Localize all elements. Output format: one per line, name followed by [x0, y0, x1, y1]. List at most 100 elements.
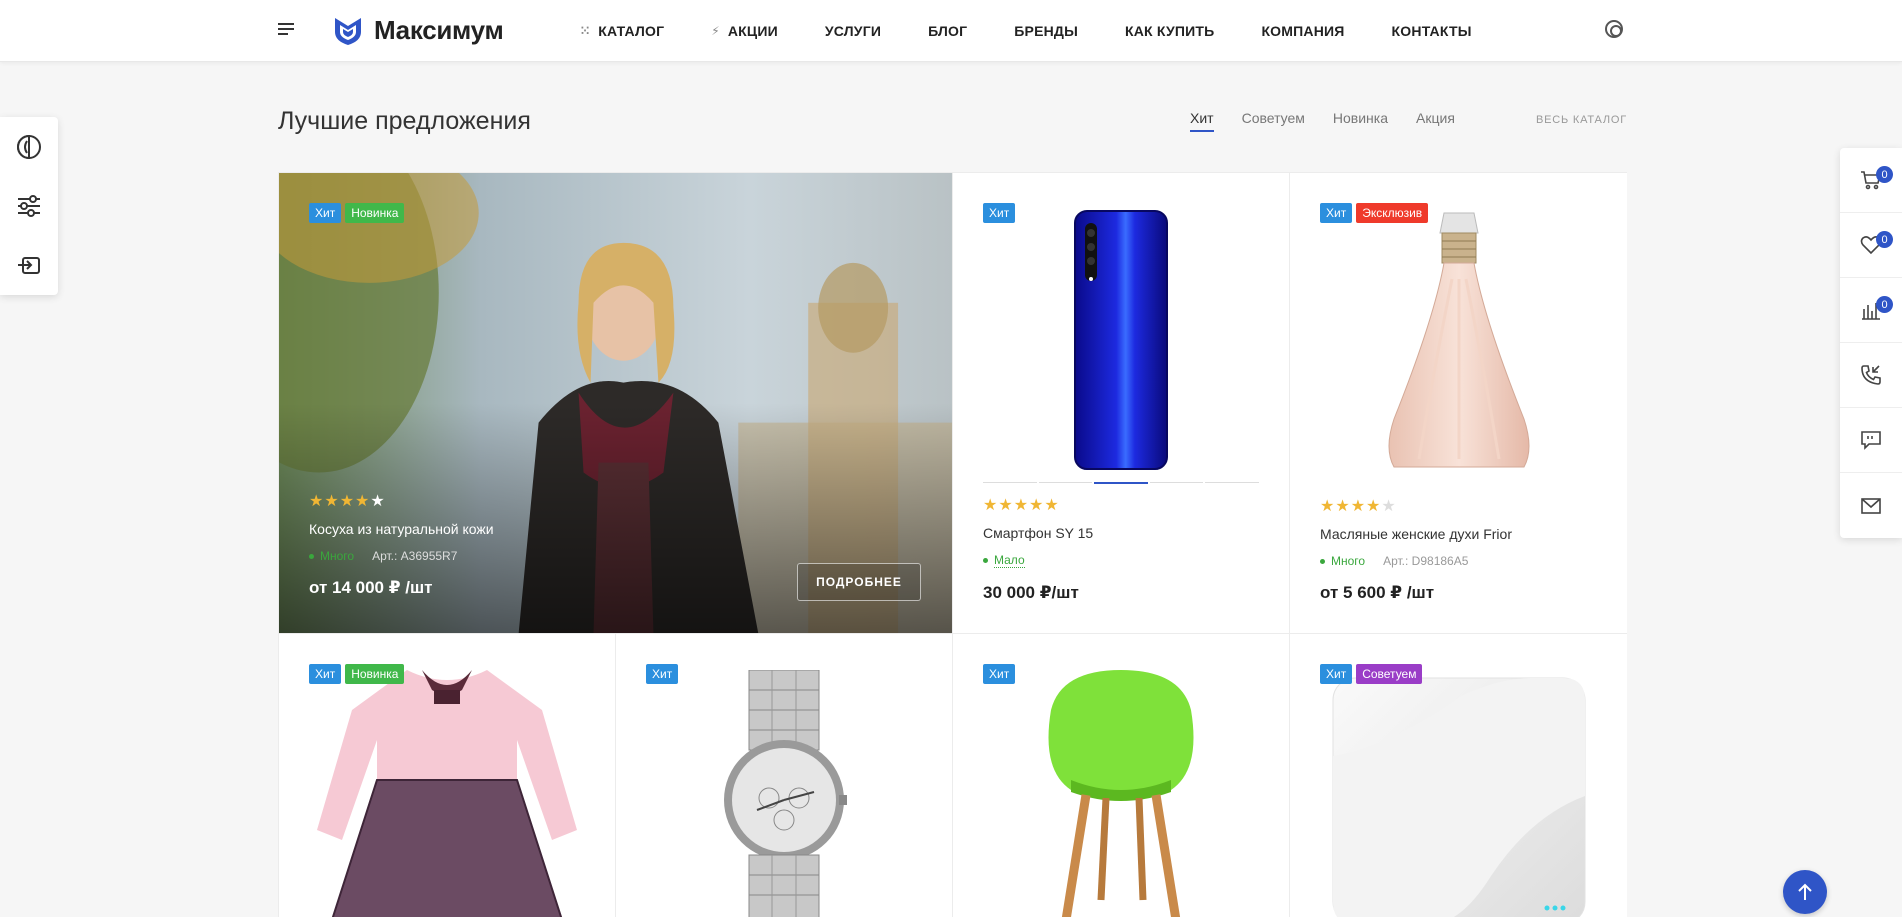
tab-sale[interactable]: Акция [1416, 110, 1455, 132]
user-account-icon[interactable] [1605, 20, 1623, 38]
product-image-device [1290, 676, 1627, 917]
badges: Хит Новинка [309, 203, 405, 223]
chat-button[interactable] [1840, 408, 1902, 473]
logo-icon [335, 18, 361, 45]
more-details-button[interactable]: ПОДРОБНЕЕ [797, 563, 921, 601]
tab-hit[interactable]: Хит [1190, 110, 1214, 132]
tab-advise[interactable]: Советуем [1242, 110, 1305, 132]
cart-button[interactable]: 0 [1840, 148, 1902, 213]
badge-hit: Хит [309, 664, 342, 684]
product-image-chair [953, 670, 1289, 917]
chat-icon [1861, 431, 1881, 450]
lightning-icon: ⚡ [711, 24, 720, 38]
right-float-panel: 0 0 0 [1840, 148, 1902, 538]
compare-button[interactable]: 0 [1840, 278, 1902, 343]
logo[interactable]: Максимум [332, 14, 504, 46]
stock-label: Много [1331, 554, 1366, 568]
login-button[interactable] [0, 235, 58, 294]
nav-catalog[interactable]: ⁙ КАТАЛОГ [580, 23, 664, 39]
callback-button[interactable] [1840, 343, 1902, 408]
product-name[interactable]: Масляные женские духи Frior [1320, 526, 1512, 542]
badge-hit: Хит [309, 203, 342, 223]
product-card-device[interactable]: Хит Советуем [1290, 634, 1627, 917]
filters-button[interactable] [0, 176, 58, 235]
cart-count-badge: 0 [1876, 166, 1893, 183]
product-card-jacket[interactable]: Хит Новинка ★★★★★ Косуха из натуральной … [279, 173, 953, 634]
all-catalog-link[interactable]: ВЕСЬ КАТАЛОГ [1536, 114, 1627, 126]
badge-hit: Хит [983, 664, 1016, 684]
scroll-to-top-button[interactable] [1783, 870, 1827, 914]
product-grid: Хит Новинка ★★★★★ Косуха из натуральной … [278, 172, 1627, 917]
nav-label: КОМПАНИЯ [1261, 23, 1345, 39]
badge-new: Новинка [345, 664, 405, 684]
stock-status: Много [309, 549, 354, 563]
grid-dots-icon: ⁙ [580, 24, 591, 38]
product-info: ★★★★★ Масляные женские духи Frior Много … [1320, 496, 1512, 603]
email-button[interactable] [1840, 473, 1902, 538]
nav-label: КАТАЛОГ [598, 23, 665, 39]
login-icon [18, 256, 40, 274]
rating-stars: ★★★★★ [309, 493, 386, 510]
site-header: Максимум ⁙ КАТАЛОГ ⚡ АКЦИИ УСЛУГИ БЛОГ Б… [0, 0, 1902, 62]
nav-label: КОНТАКТЫ [1391, 23, 1472, 39]
product-card-phone[interactable]: Хит ★★★★★ Смартфон SY 15 Мало 30 000 ₽/ш… [953, 173, 1290, 634]
phone-icon [1861, 365, 1881, 385]
product-image-dress [279, 670, 615, 917]
product-info: ★★★★★ Смартфон SY 15 Мало 30 000 ₽/шт [983, 495, 1093, 603]
nav-label: КАК КУПИТЬ [1125, 23, 1215, 39]
section-tabs: Хит Советуем Новинка Акция [1190, 110, 1483, 132]
badges: Хит [646, 664, 679, 684]
badges: Хит [983, 664, 1016, 684]
nav-label: УСЛУГИ [824, 23, 882, 39]
tab-new[interactable]: Новинка [1333, 110, 1388, 132]
favorites-button[interactable]: 0 [1840, 213, 1902, 278]
nav-contacts[interactable]: КОНТАКТЫ [1392, 23, 1472, 39]
nav-blog[interactable]: БЛОГ [928, 23, 967, 39]
envelope-icon [1861, 497, 1881, 514]
article-number: Арт.: A36955R7 [372, 549, 458, 563]
badges: Хит Новинка [309, 664, 405, 684]
favorites-count-badge: 0 [1876, 231, 1893, 248]
product-card-chair[interactable]: Хит [953, 634, 1290, 917]
logo-text: Максимум [374, 14, 504, 45]
image-slider-indicator[interactable] [983, 482, 1259, 484]
badge-advise: Советуем [1356, 664, 1423, 684]
burger-menu-icon[interactable] [278, 23, 294, 37]
product-image-perfume [1290, 209, 1627, 471]
product-name[interactable]: Смартфон SY 15 [983, 525, 1093, 541]
product-image-watch [616, 670, 952, 917]
stock-status: Много [1320, 554, 1365, 568]
compare-count-badge: 0 [1876, 296, 1893, 313]
main-nav: ⁙ КАТАЛОГ ⚡ АКЦИИ УСЛУГИ БЛОГ БРЕНДЫ КАК… [580, 0, 1519, 62]
product-price: от 5 600 ₽ /шт [1320, 583, 1435, 602]
product-card-watch[interactable]: Хит [616, 634, 953, 917]
badges: Хит [983, 203, 1016, 223]
badges: Хит Советуем [1320, 664, 1423, 684]
nav-label: БРЕНДЫ [1014, 23, 1078, 39]
nav-services[interactable]: УСЛУГИ [825, 23, 881, 39]
nav-company[interactable]: КОМПАНИЯ [1261, 23, 1344, 39]
nav-brands[interactable]: БРЕНДЫ [1014, 23, 1078, 39]
nav-how-to-buy[interactable]: КАК КУПИТЬ [1125, 23, 1214, 39]
badge-hit: Хит [1320, 664, 1353, 684]
badges: Хит Эксклюзив [1320, 203, 1429, 223]
product-info: ★★★★★ Косуха из натуральной кожи Много А… [309, 491, 494, 598]
theme-icon [17, 134, 41, 159]
badge-hit: Хит [646, 664, 679, 684]
rating-stars: ★★★★★ [983, 497, 1060, 514]
product-card-dress[interactable]: Хит Новинка [279, 634, 616, 917]
stock-label: Много [320, 549, 355, 563]
product-price: 30 000 ₽/шт [983, 583, 1079, 602]
color-theme-button[interactable] [0, 117, 58, 176]
section-title: Лучшие предложения [278, 107, 531, 135]
nav-label: БЛОГ [928, 23, 968, 39]
stock-label: Мало [994, 553, 1025, 568]
badge-hit: Хит [983, 203, 1016, 223]
product-price: от 14 000 ₽ /шт [309, 578, 433, 597]
left-float-panel [0, 117, 58, 295]
product-name[interactable]: Косуха из натуральной кожи [309, 521, 494, 537]
product-card-perfume[interactable]: Хит Эксклюзив ★★★★★ Масляные женские дух… [1290, 173, 1627, 634]
stock-status: Мало [983, 553, 1025, 568]
product-image-phone [953, 209, 1289, 471]
nav-promotions[interactable]: ⚡ АКЦИИ [711, 23, 778, 39]
